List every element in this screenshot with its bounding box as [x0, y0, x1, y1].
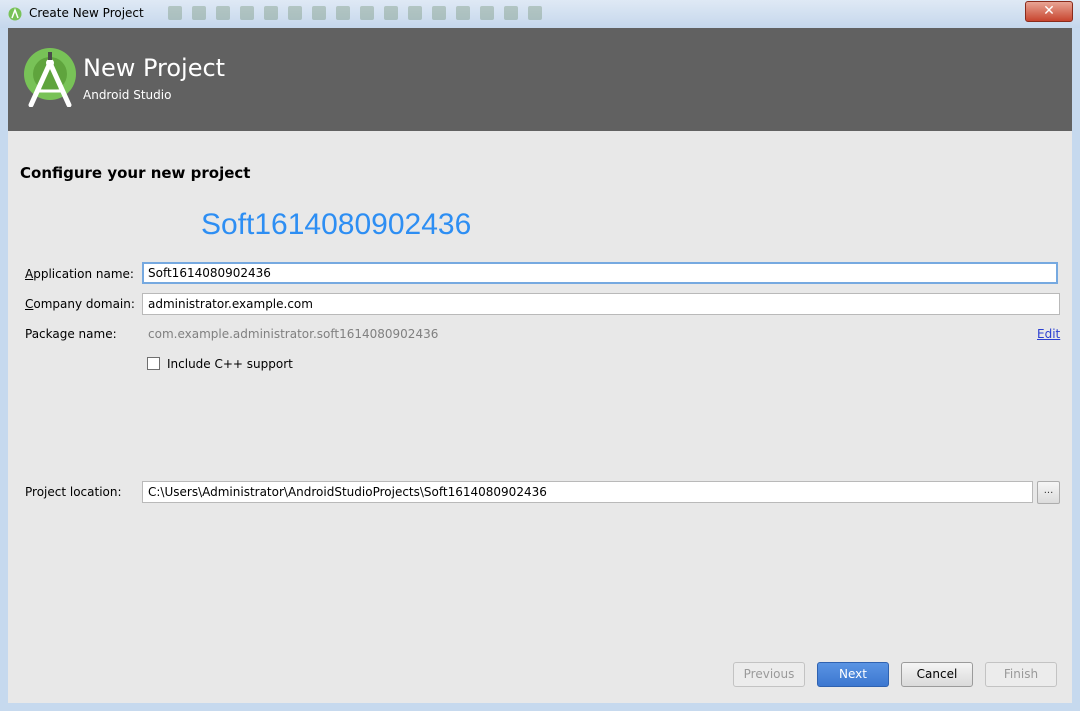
wizard-content: Configure your new project Soft161408090… [8, 131, 1072, 703]
window-title: Create New Project [29, 6, 144, 20]
company-domain-input[interactable]: administrator.example.com [142, 293, 1060, 315]
window-frame-right [1072, 28, 1080, 711]
close-button[interactable]: ✕ [1025, 1, 1073, 22]
android-studio-logo [24, 48, 76, 107]
header-title: New Project [83, 54, 226, 82]
android-studio-icon [8, 7, 22, 21]
section-title: Configure your new project [20, 164, 251, 182]
window-frame-left [0, 28, 8, 711]
app-name-label-mnemonic: A [25, 267, 34, 281]
company-domain-label: Company domain: [25, 297, 135, 311]
window-frame-bottom [0, 703, 1080, 711]
previous-button[interactable]: Previous [733, 662, 805, 687]
company-label-text: ompany domain: [33, 297, 135, 311]
app-name-label: Application name: [25, 267, 134, 281]
next-button[interactable]: Next [817, 662, 889, 687]
include-cpp-label[interactable]: Include C++ support [167, 357, 293, 371]
edit-package-link[interactable]: Edit [1037, 327, 1060, 341]
app-name-preview: Soft1614080902436 [201, 208, 472, 241]
package-name-label: Package name: [25, 327, 117, 341]
package-name-value: com.example.administrator.soft1614080902… [148, 327, 439, 341]
include-cpp-checkbox[interactable] [147, 357, 160, 370]
create-project-window: Create New Project ✕ New Project Android… [0, 0, 1080, 711]
header-subtitle: Android Studio [83, 88, 172, 102]
app-name-input[interactable]: Soft1614080902436 [142, 262, 1058, 284]
project-location-label: Project location: [25, 485, 122, 499]
title-bar: Create New Project ✕ [0, 0, 1080, 29]
background-toolbar [168, 6, 578, 22]
browse-location-button[interactable]: ... [1037, 481, 1060, 504]
wizard-header: New Project Android Studio [8, 28, 1072, 131]
project-location-input[interactable]: C:\Users\Administrator\AndroidStudioProj… [142, 481, 1033, 503]
app-name-label-text: pplication name: [33, 267, 134, 281]
finish-button[interactable]: Finish [985, 662, 1057, 687]
cancel-button[interactable]: Cancel [901, 662, 973, 687]
